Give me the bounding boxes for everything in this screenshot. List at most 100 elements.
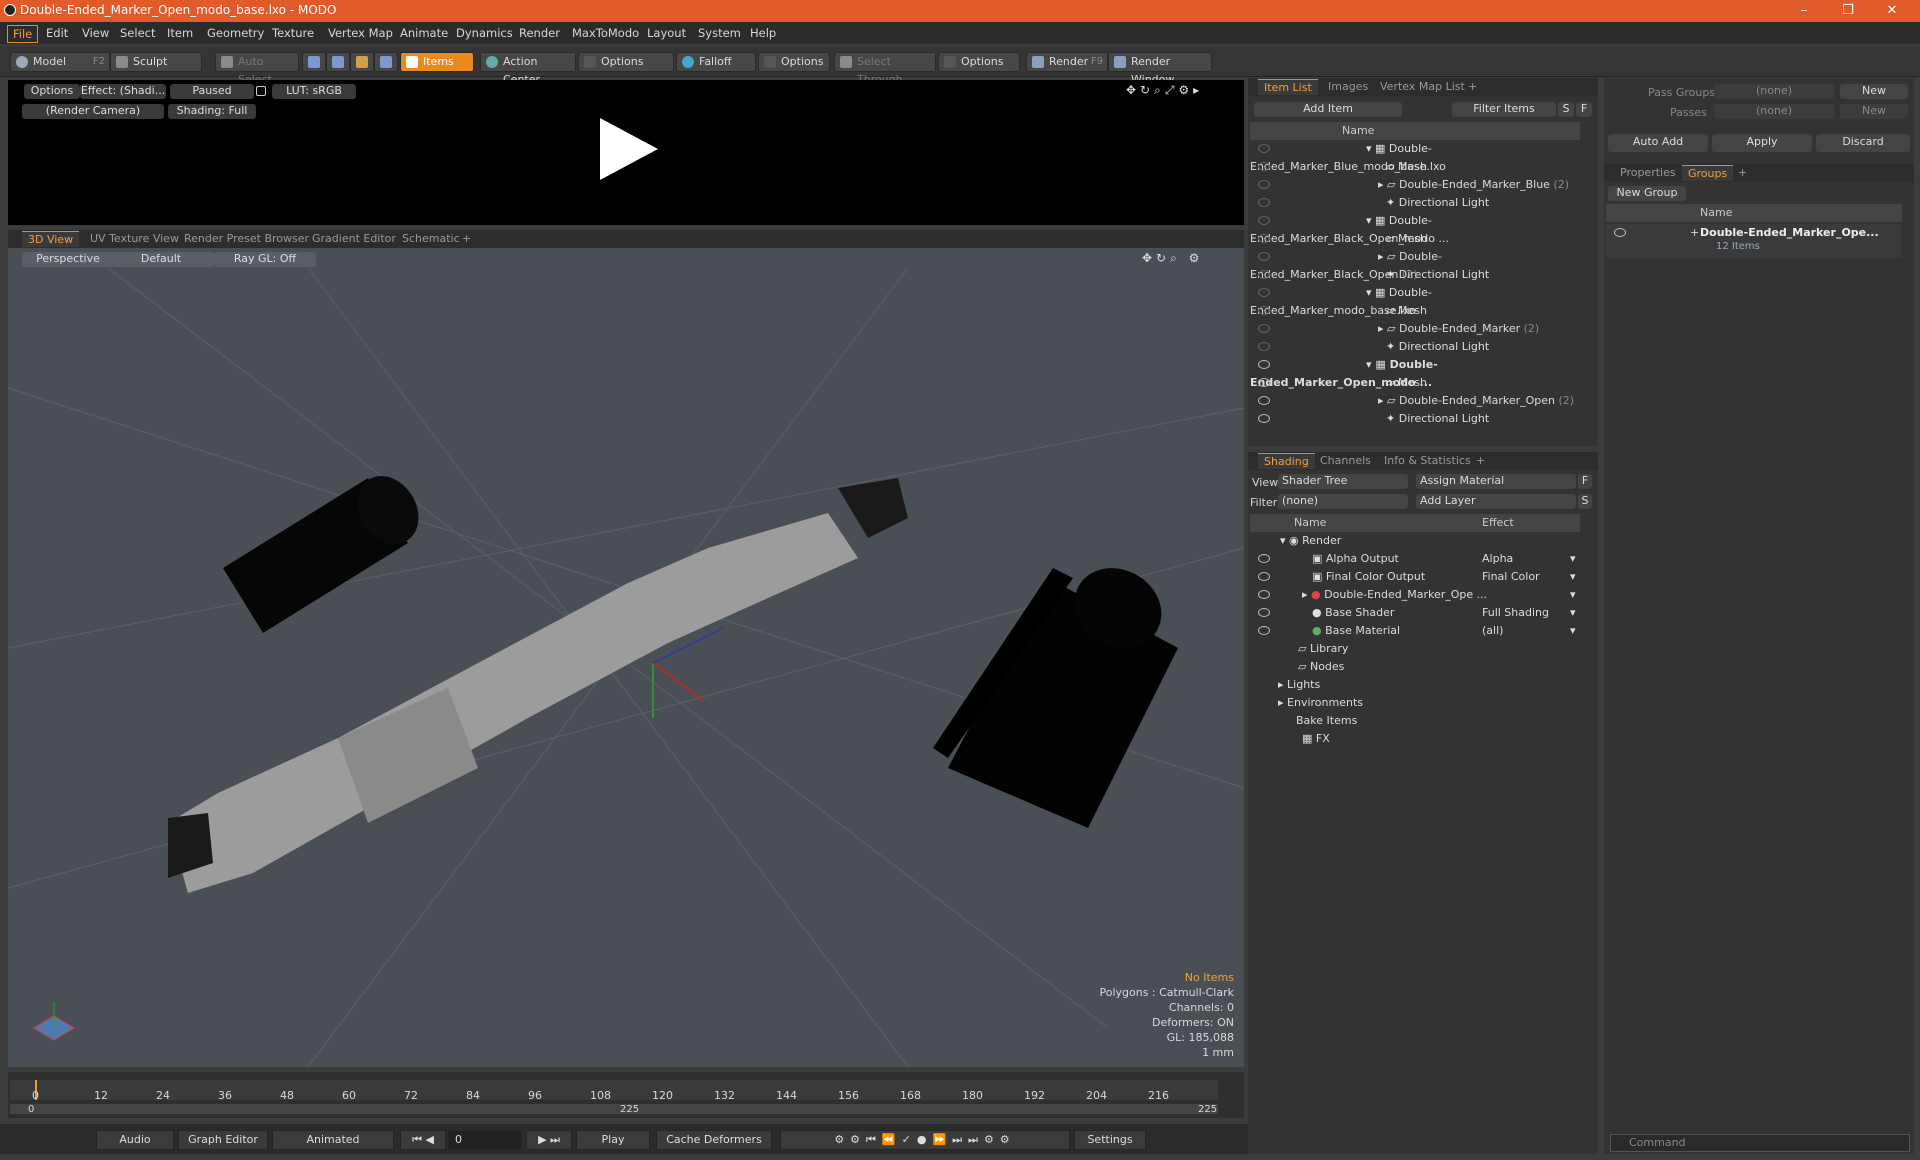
play-button[interactable]: Play [576,1130,650,1150]
list-item[interactable]: ✦ Directional Light [1250,266,1580,284]
visibility-icon[interactable] [1258,554,1270,563]
visibility-icon[interactable] [1258,396,1270,405]
shader-row-base-shader[interactable]: ● Base Shader Full Shading ▾ [1250,604,1580,622]
animated-dropdown[interactable]: Animated [272,1130,394,1150]
item-list-tree[interactable]: ▾ ▦ Double-Ended_Marker_Blue_modo_base.l… [1250,140,1580,440]
pass-groups-dropdown[interactable]: (none) [1714,84,1834,99]
group-expand-icon[interactable]: + [1690,226,1699,239]
list-item[interactable]: ✦ Directional Light [1250,410,1580,428]
cache-deformers-button[interactable]: Cache Deformers [656,1130,772,1150]
list-item[interactable]: ▾ ▦ Double-Ended_Marker_modo_base.lxo [1250,284,1580,317]
new-pass-button[interactable]: New [1840,104,1908,119]
preview-nav-icons[interactable]: ✥↻⌕⤢⚙▸ [1126,83,1203,98]
visibility-icon[interactable] [1258,306,1270,315]
menu-render[interactable]: Render [514,25,565,41]
tab-add[interactable]: + [1462,79,1483,95]
auto-select-button[interactable]: Auto Select [215,52,299,86]
shader-row-environments[interactable]: ▸ Environments [1250,694,1580,712]
range-start[interactable]: 0 [28,1104,34,1115]
menu-geometry[interactable]: Geometry [202,25,269,41]
tab-gradient-editor[interactable]: Gradient Editor [306,231,402,247]
tab-uv-texture-view[interactable]: UV Texture View [84,231,185,247]
skip-start-buttons[interactable]: ⏮ ◀ [400,1130,446,1150]
preview-effect-dropdown[interactable]: Effect: (Shadi... [80,84,166,99]
list-item[interactable]: ▱ Mesh [1250,230,1580,248]
select-through-button[interactable]: Select Through [834,52,936,86]
menu-select[interactable]: Select [115,25,160,41]
shader-row-fx[interactable]: ▦ FX [1250,730,1580,748]
minimize-button[interactable]: – [1786,2,1822,20]
visibility-icon[interactable] [1258,342,1270,351]
filter-items-input[interactable]: Filter Items [1452,102,1556,117]
passes-dropdown[interactable]: (none) [1714,104,1834,119]
list-item[interactable]: ▸ ▱ Double-Ended_Marker_Black_Open (2) [1250,248,1580,281]
render-preview[interactable]: Options Effect: (Shadi... Paused LUT: sR… [8,80,1244,225]
shading-f-button[interactable]: F [1578,474,1592,489]
list-item-selected-scene[interactable]: ▾ ▦ Double-Ended_Marker_Open_modo ... [1250,356,1580,389]
assign-material-dropdown[interactable]: Assign Material [1416,474,1576,489]
tab-add[interactable]: + [456,231,477,247]
materials-mode-button[interactable] [374,52,398,72]
list-item[interactable]: ▱ Mesh [1250,302,1580,320]
list-item[interactable]: ▱ Mesh [1250,158,1580,176]
discard-button[interactable]: Discard [1816,134,1910,152]
shader-row-bake-items[interactable]: Bake Items [1250,712,1580,730]
menu-item[interactable]: Item [162,25,198,41]
view-dropdown[interactable]: Shader Tree [1278,474,1408,489]
preview-paused-button[interactable]: Paused [170,84,254,99]
add-layer-dropdown[interactable]: Add Layer [1416,494,1576,509]
filter-s-button[interactable]: S [1558,102,1574,117]
audio-button[interactable]: Audio [96,1130,174,1150]
visibility-icon[interactable] [1258,234,1270,243]
visibility-icon[interactable] [1258,324,1270,333]
select-options-button[interactable]: Options [938,52,1020,72]
tab-add[interactable]: + [1732,165,1753,181]
range-mid[interactable]: 225 [620,1104,639,1115]
group-row[interactable]: + Double-Ended_Marker_Ope... 12 Items [1606,224,1902,258]
filter-dropdown[interactable]: (none) [1278,494,1408,509]
tab-shading[interactable]: Shading [1258,453,1315,469]
lut-dropdown[interactable]: LUT: sRGB [272,84,356,99]
list-item[interactable]: ✦ Directional Light [1250,338,1580,356]
default-dropdown[interactable]: Default [108,252,214,267]
frame-input[interactable]: 0 [448,1130,522,1150]
menu-file[interactable]: File [7,25,39,43]
tab-add[interactable]: + [1470,453,1491,469]
skip-end-buttons[interactable]: ▶ ⏭ [526,1130,572,1150]
render-camera-dropdown[interactable]: (Render Camera) [22,104,164,119]
items-mode-button[interactable]: Items [400,52,474,72]
menu-layout[interactable]: Layout [642,25,691,41]
tab-info-statistics[interactable]: Info & Statistics [1378,453,1477,469]
maximize-button[interactable]: ❐ [1830,2,1866,20]
list-item[interactable]: ✦ Directional Light [1250,194,1580,212]
visibility-icon[interactable] [1258,590,1270,599]
visibility-icon[interactable] [1258,162,1270,171]
falloff-button[interactable]: Falloff [676,52,756,72]
list-item[interactable]: ▱ Mesh [1250,374,1580,392]
tab-render-preset-browser[interactable]: Render Preset Browser [178,231,315,247]
shader-row-alpha-output[interactable]: ▣ Alpha Output Alpha ▾ [1250,550,1580,568]
shader-row-base-material[interactable]: ● Base Material (all) ▾ [1250,622,1580,640]
shader-row-render[interactable]: ▾ ◉ Render [1250,532,1580,550]
menu-view[interactable]: View [77,25,114,41]
visibility-icon[interactable] [1258,360,1270,369]
visibility-icon[interactable] [1258,270,1270,279]
tab-channels[interactable]: Channels [1314,453,1377,469]
visibility-icon[interactable] [1258,198,1270,207]
action-center-options-button[interactable]: Options [578,52,674,72]
lock-icon[interactable] [256,86,266,96]
shader-row-lights[interactable]: ▸ Lights [1250,676,1580,694]
visibility-icon[interactable] [1258,414,1270,423]
list-item[interactable]: ▾ ▦ Double-Ended_Marker_Blue_modo_base.l… [1250,140,1580,173]
visibility-icon[interactable] [1258,608,1270,617]
menu-texture[interactable]: Texture [267,25,319,41]
polygons-mode-button[interactable] [350,52,374,72]
auto-add-button[interactable]: Auto Add [1608,134,1708,152]
new-pass-group-button[interactable]: New [1840,84,1908,99]
settings-button[interactable]: Settings [1074,1130,1146,1150]
menu-animate[interactable]: Animate [395,25,453,41]
tab-properties[interactable]: Properties [1614,165,1682,181]
visibility-icon[interactable] [1258,180,1270,189]
visibility-icon[interactable] [1258,144,1270,153]
visibility-icon[interactable] [1258,252,1270,261]
